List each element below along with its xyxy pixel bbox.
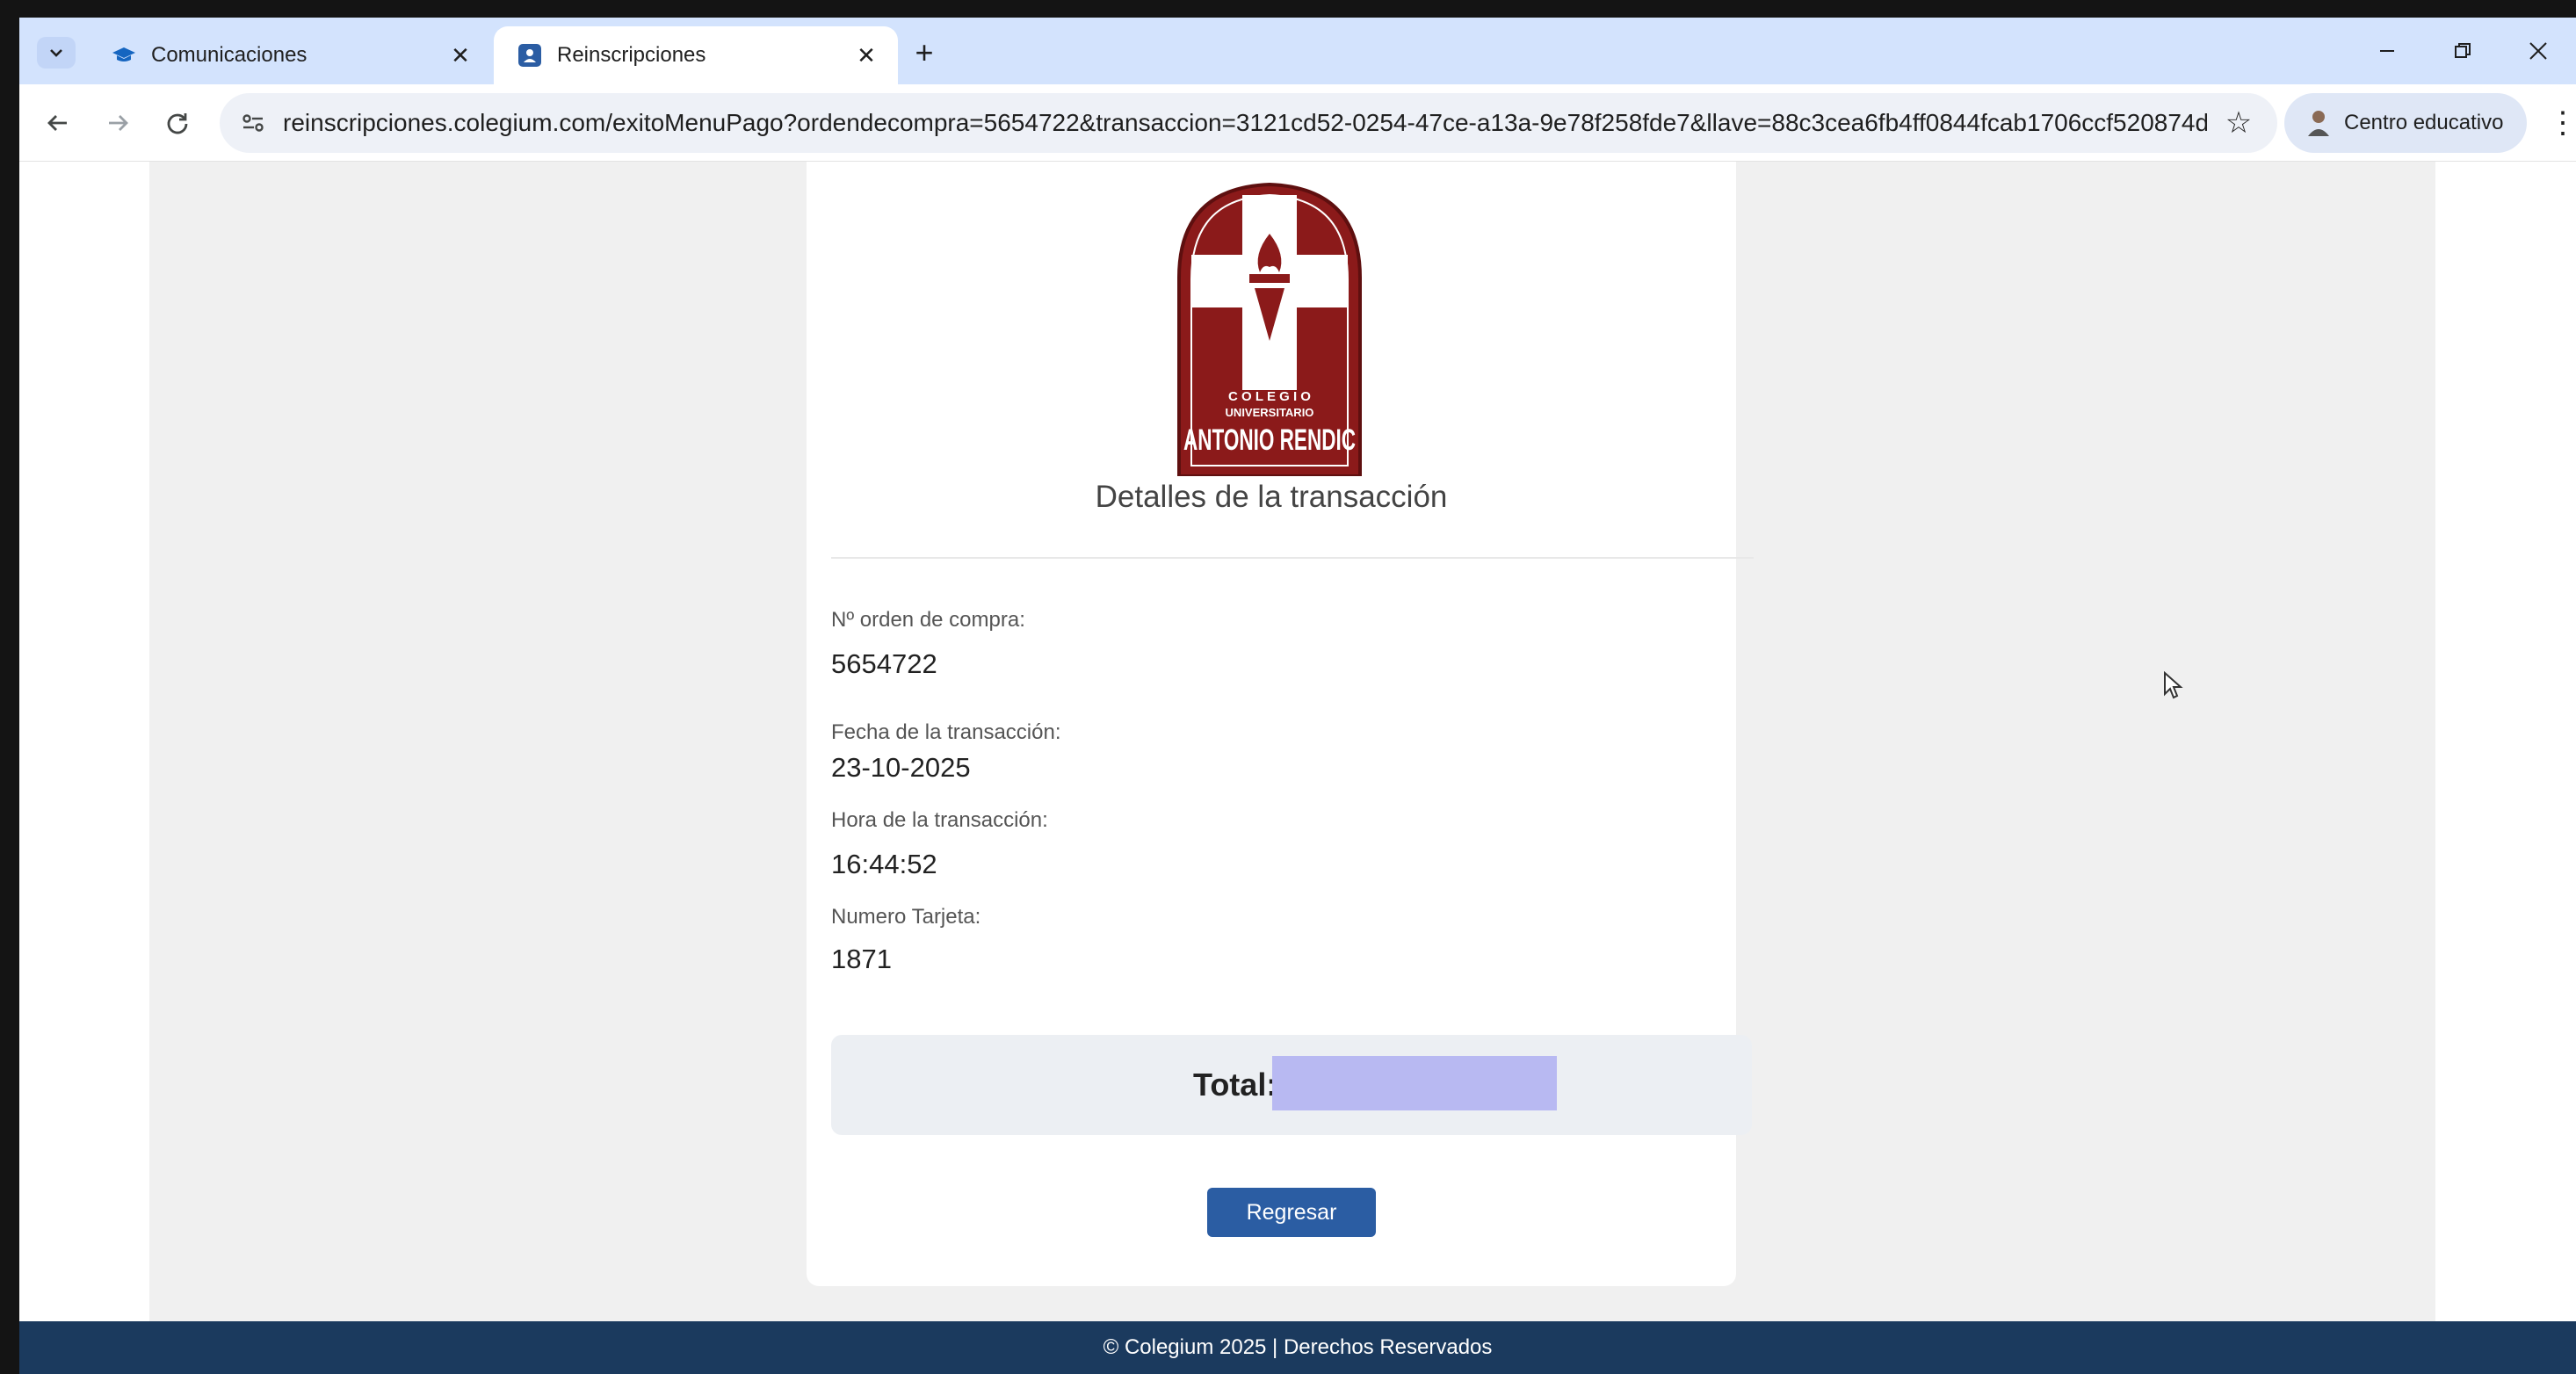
- screen-bezel-top: [0, 0, 2576, 18]
- reload-icon[interactable]: [155, 100, 200, 146]
- screen-bezel-left: [0, 0, 19, 1374]
- browser-toolbar: reinscripciones.colegium.com/exitoMenuPa…: [19, 84, 2576, 162]
- chevron-down-icon: [50, 49, 62, 57]
- close-icon[interactable]: ✕: [445, 40, 476, 71]
- total-label: Total:: [1193, 1067, 1277, 1103]
- fecha-label: Fecha de la transacción:: [831, 720, 1061, 744]
- transaction-card: C O L E G I O UNIVERSITARIO ANTONIO REND…: [807, 162, 1754, 1286]
- tarjeta-value: 1871: [831, 944, 892, 974]
- url-text[interactable]: reinscripciones.colegium.com/exitoMenuPa…: [283, 109, 2207, 137]
- window-controls: [2349, 18, 2576, 84]
- page-title: Detalles de la transacción: [1095, 480, 1448, 514]
- portal-favicon-icon: [517, 42, 543, 69]
- restore-icon[interactable]: [2425, 18, 2500, 84]
- fecha-value: 23-10-2025: [831, 752, 971, 783]
- profile-name: Centro educativo: [2344, 111, 2504, 134]
- logo-text-line2: UNIVERSITARIO: [1226, 406, 1314, 419]
- tab-search-button[interactable]: [37, 37, 76, 69]
- profile-button[interactable]: Centro educativo: [2284, 93, 2527, 153]
- orden-label: Nº orden de compra:: [831, 608, 1025, 632]
- total-value-redacted: [1272, 1056, 1557, 1110]
- address-bar[interactable]: reinscripciones.colegium.com/exitoMenuPa…: [220, 93, 2277, 153]
- close-icon[interactable]: ✕: [850, 40, 882, 71]
- site-info-icon[interactable]: [234, 104, 272, 142]
- tab-comunicaciones[interactable]: Comunicaciones ✕: [88, 26, 492, 84]
- logo-text-line3: ANTONIO RENDIC: [1183, 423, 1356, 457]
- mouse-cursor-icon: [2164, 671, 2183, 699]
- tab-reinscripciones[interactable]: Reinscripciones ✕: [494, 26, 898, 84]
- divider: [831, 557, 1754, 559]
- hora-value: 16:44:52: [831, 849, 937, 879]
- forward-arrow-icon[interactable]: [95, 100, 141, 146]
- hora-label: Hora de la transacción:: [831, 808, 1048, 832]
- total-box: Total:: [831, 1035, 1752, 1135]
- window-close-icon[interactable]: [2500, 18, 2576, 84]
- tab-title: Reinscripciones: [557, 43, 706, 67]
- minimize-icon[interactable]: [2349, 18, 2425, 84]
- avatar: [2308, 111, 2329, 136]
- tab-strip: Comunicaciones ✕ Reinscripciones ✕ +: [19, 18, 2576, 84]
- graduation-cap-icon: [111, 42, 137, 69]
- page-viewport: C O L E G I O UNIVERSITARIO ANTONIO REND…: [19, 162, 2576, 1374]
- tarjeta-label: Numero Tarjeta:: [831, 905, 981, 929]
- more-menu-icon[interactable]: ⋮: [2548, 102, 2576, 144]
- logo-text-line1: C O L E G I O: [1228, 389, 1311, 404]
- school-logo: C O L E G I O UNIVERSITARIO ANTONIO REND…: [1177, 182, 1362, 476]
- bookmark-star-icon[interactable]: ☆: [2221, 105, 2256, 141]
- screen: Comunicaciones ✕ Reinscripciones ✕ + rei…: [0, 0, 2576, 1374]
- back-arrow-icon[interactable]: [35, 100, 81, 146]
- tab-title: Comunicaciones: [151, 43, 308, 67]
- orden-value: 5654722: [831, 648, 937, 679]
- new-tab-button[interactable]: +: [905, 33, 944, 72]
- page-footer: © Colegium 2025 | Derechos Reservados: [19, 1321, 2576, 1374]
- regresar-button[interactable]: Regresar: [1207, 1188, 1376, 1237]
